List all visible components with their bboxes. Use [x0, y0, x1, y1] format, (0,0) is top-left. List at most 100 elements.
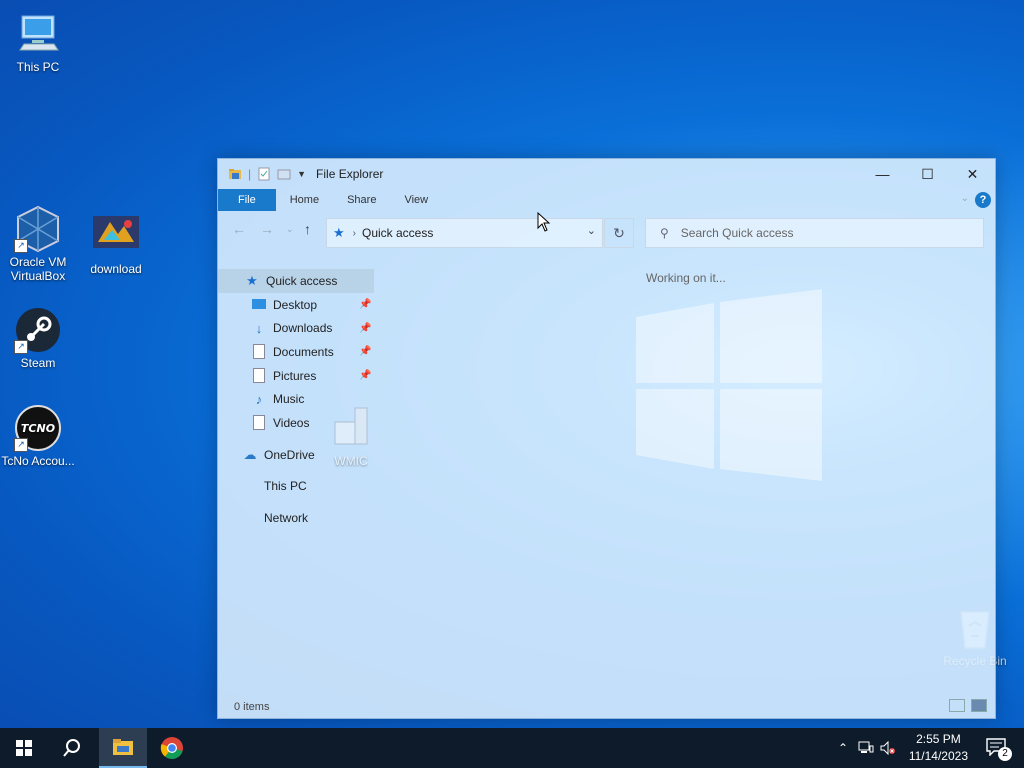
- quick-access-toolbar: | ▼: [218, 167, 306, 181]
- show-hidden-icons-chevron-icon[interactable]: ⌃: [838, 741, 848, 755]
- taskbar: ⌃ 2:55 PM 11/14/2023 2: [0, 728, 1024, 768]
- start-button[interactable]: [0, 728, 48, 768]
- clock-date: 11/14/2023: [908, 749, 968, 763]
- properties-icon[interactable]: [257, 167, 271, 181]
- loading-message: Working on it...: [646, 271, 726, 285]
- desktop-icon-download[interactable]: download: [78, 212, 154, 276]
- clock-time: 2:55 PM: [916, 732, 961, 746]
- sidebar-item-quick-access[interactable]: ★ Quick access: [218, 269, 374, 293]
- system-clock[interactable]: 2:55 PM 11/14/2023: [909, 731, 968, 765]
- pin-icon[interactable]: 📌: [359, 323, 371, 334]
- desktop-icon-label: Steam: [20, 356, 56, 370]
- desktop-folder-icon: [251, 297, 267, 313]
- close-button[interactable]: ✕: [950, 159, 995, 189]
- sidebar-item-network[interactable]: Network: [218, 506, 378, 530]
- large-icons-view-icon[interactable]: [971, 699, 987, 712]
- search-placeholder: Search Quick access: [680, 226, 794, 240]
- desktop-icon-steam[interactable]: ↗ Steam: [0, 306, 76, 370]
- folder-icon: [229, 169, 241, 179]
- sidebar-item-label: Pictures: [273, 368, 317, 383]
- desktop-icon-label: Oracle VM VirtualBox: [9, 255, 67, 283]
- address-bar[interactable]: ★ › Quick access ⌄: [326, 218, 603, 248]
- sidebar-item-downloads[interactable]: ↓ Downloads 📌: [218, 316, 378, 340]
- maximize-button[interactable]: ☐: [905, 159, 950, 189]
- ribbon-tabs: File Home Share View ⌄ ?: [218, 189, 995, 211]
- chrome-icon: [160, 737, 183, 759]
- search-input[interactable]: ⚲ Search Quick access: [645, 218, 984, 248]
- mouse-cursor-icon: [537, 212, 551, 232]
- picture-icon: [251, 368, 267, 384]
- recent-locations-chevron-icon[interactable]: ⌄: [286, 224, 294, 235]
- back-button[interactable]: ←: [232, 221, 246, 237]
- window-title: File Explorer: [316, 167, 384, 181]
- desktop-icon-label: TcNo Accou...: [1, 454, 75, 468]
- minimize-button[interactable]: —: [860, 159, 905, 189]
- search-button[interactable]: [48, 728, 96, 768]
- desktop-icon-this-pc[interactable]: This PC: [0, 10, 76, 74]
- windows-start-icon: [16, 740, 32, 756]
- wmic-icon: [327, 404, 375, 452]
- pin-icon[interactable]: 📌: [359, 299, 371, 310]
- desktop-icon-label: WMIC: [334, 454, 368, 468]
- sidebar-item-label: Quick access: [266, 273, 338, 288]
- window-controls: — ☐ ✕: [860, 159, 995, 189]
- tab-share[interactable]: Share: [333, 189, 390, 211]
- navigation-pane: ★ Quick access Desktop 📌 ↓ Downloads 📌 D…: [218, 269, 378, 530]
- up-button[interactable]: ↑: [304, 221, 311, 237]
- music-note-icon: ♪: [255, 391, 263, 407]
- expand-ribbon-chevron-icon[interactable]: ⌄: [961, 193, 969, 204]
- action-center-button[interactable]: 2: [986, 738, 1012, 761]
- sidebar-item-this-pc[interactable]: This PC: [218, 475, 378, 499]
- sidebar-item-documents[interactable]: Documents 📌: [218, 340, 378, 364]
- desktop-icon-wmic[interactable]: WMIC: [313, 404, 389, 468]
- sidebar-item-desktop[interactable]: Desktop 📌: [218, 293, 378, 317]
- volume-muted-icon[interactable]: [880, 741, 896, 755]
- star-icon: ★: [246, 272, 258, 288]
- tab-view[interactable]: View: [390, 189, 442, 211]
- image-thumbnail-icon: [92, 212, 140, 260]
- sidebar-item-label: Videos: [273, 415, 310, 430]
- sidebar-item-pictures[interactable]: Pictures 📌: [218, 364, 378, 388]
- search-icon: [63, 739, 80, 757]
- forward-button[interactable]: →: [260, 221, 274, 237]
- windows-logo-icon: [636, 289, 822, 481]
- title-bar[interactable]: | ▼ File Explorer — ☐ ✕: [218, 159, 995, 189]
- computer-icon: [14, 10, 62, 58]
- pin-icon[interactable]: 📌: [359, 370, 371, 381]
- status-item-count: 0 items: [234, 701, 270, 713]
- taskbar-file-explorer[interactable]: [99, 728, 147, 768]
- pin-icon[interactable]: 📌: [359, 346, 371, 357]
- system-tray: ⌃: [838, 728, 896, 768]
- breadcrumb-separator-icon[interactable]: ›: [353, 228, 356, 239]
- shortcut-arrow-icon: ↗: [14, 340, 28, 354]
- notification-count-badge: 2: [998, 747, 1012, 761]
- tcno-logo-icon: TCNO ↗: [14, 404, 62, 452]
- breadcrumb[interactable]: Quick access: [362, 226, 433, 240]
- network-icon[interactable]: [858, 741, 874, 755]
- file-explorer-window[interactable]: | ▼ File Explorer — ☐ ✕ File Home Share …: [217, 158, 996, 719]
- new-folder-icon[interactable]: [277, 167, 291, 181]
- svg-text:TCNO: TCNO: [21, 422, 55, 435]
- details-view-icon[interactable]: [949, 699, 965, 712]
- desktop-icon-tcno[interactable]: TCNO ↗ TcNo Accou...: [0, 404, 76, 468]
- desktop-icon-label: download: [90, 262, 142, 276]
- help-button[interactable]: ?: [975, 192, 991, 208]
- sidebar-item-label: Documents: [273, 344, 334, 359]
- sidebar-item-label: Music: [273, 392, 305, 407]
- sidebar-item-label: This PC: [264, 479, 307, 494]
- customize-toolbar-chevron-icon[interactable]: ▼: [297, 169, 306, 179]
- sidebar-item-label: OneDrive: [264, 447, 315, 462]
- desktop-icon-virtualbox[interactable]: ↗ Oracle VM VirtualBox: [0, 205, 76, 283]
- taskbar-chrome[interactable]: [148, 728, 196, 768]
- virtualbox-icon: ↗: [14, 205, 62, 253]
- tab-file[interactable]: File: [218, 189, 276, 211]
- sidebar-item-label: Desktop: [273, 297, 318, 312]
- steam-icon: ↗: [14, 306, 62, 354]
- tab-home[interactable]: Home: [276, 189, 333, 211]
- sidebar-item-label: Downloads: [273, 321, 333, 336]
- view-switcher: [949, 699, 987, 712]
- refresh-button[interactable]: ↻: [604, 218, 634, 248]
- search-icon: ⚲: [660, 226, 669, 240]
- address-dropdown-chevron-icon[interactable]: ⌄: [587, 224, 596, 237]
- cloud-icon: ☁: [243, 446, 257, 462]
